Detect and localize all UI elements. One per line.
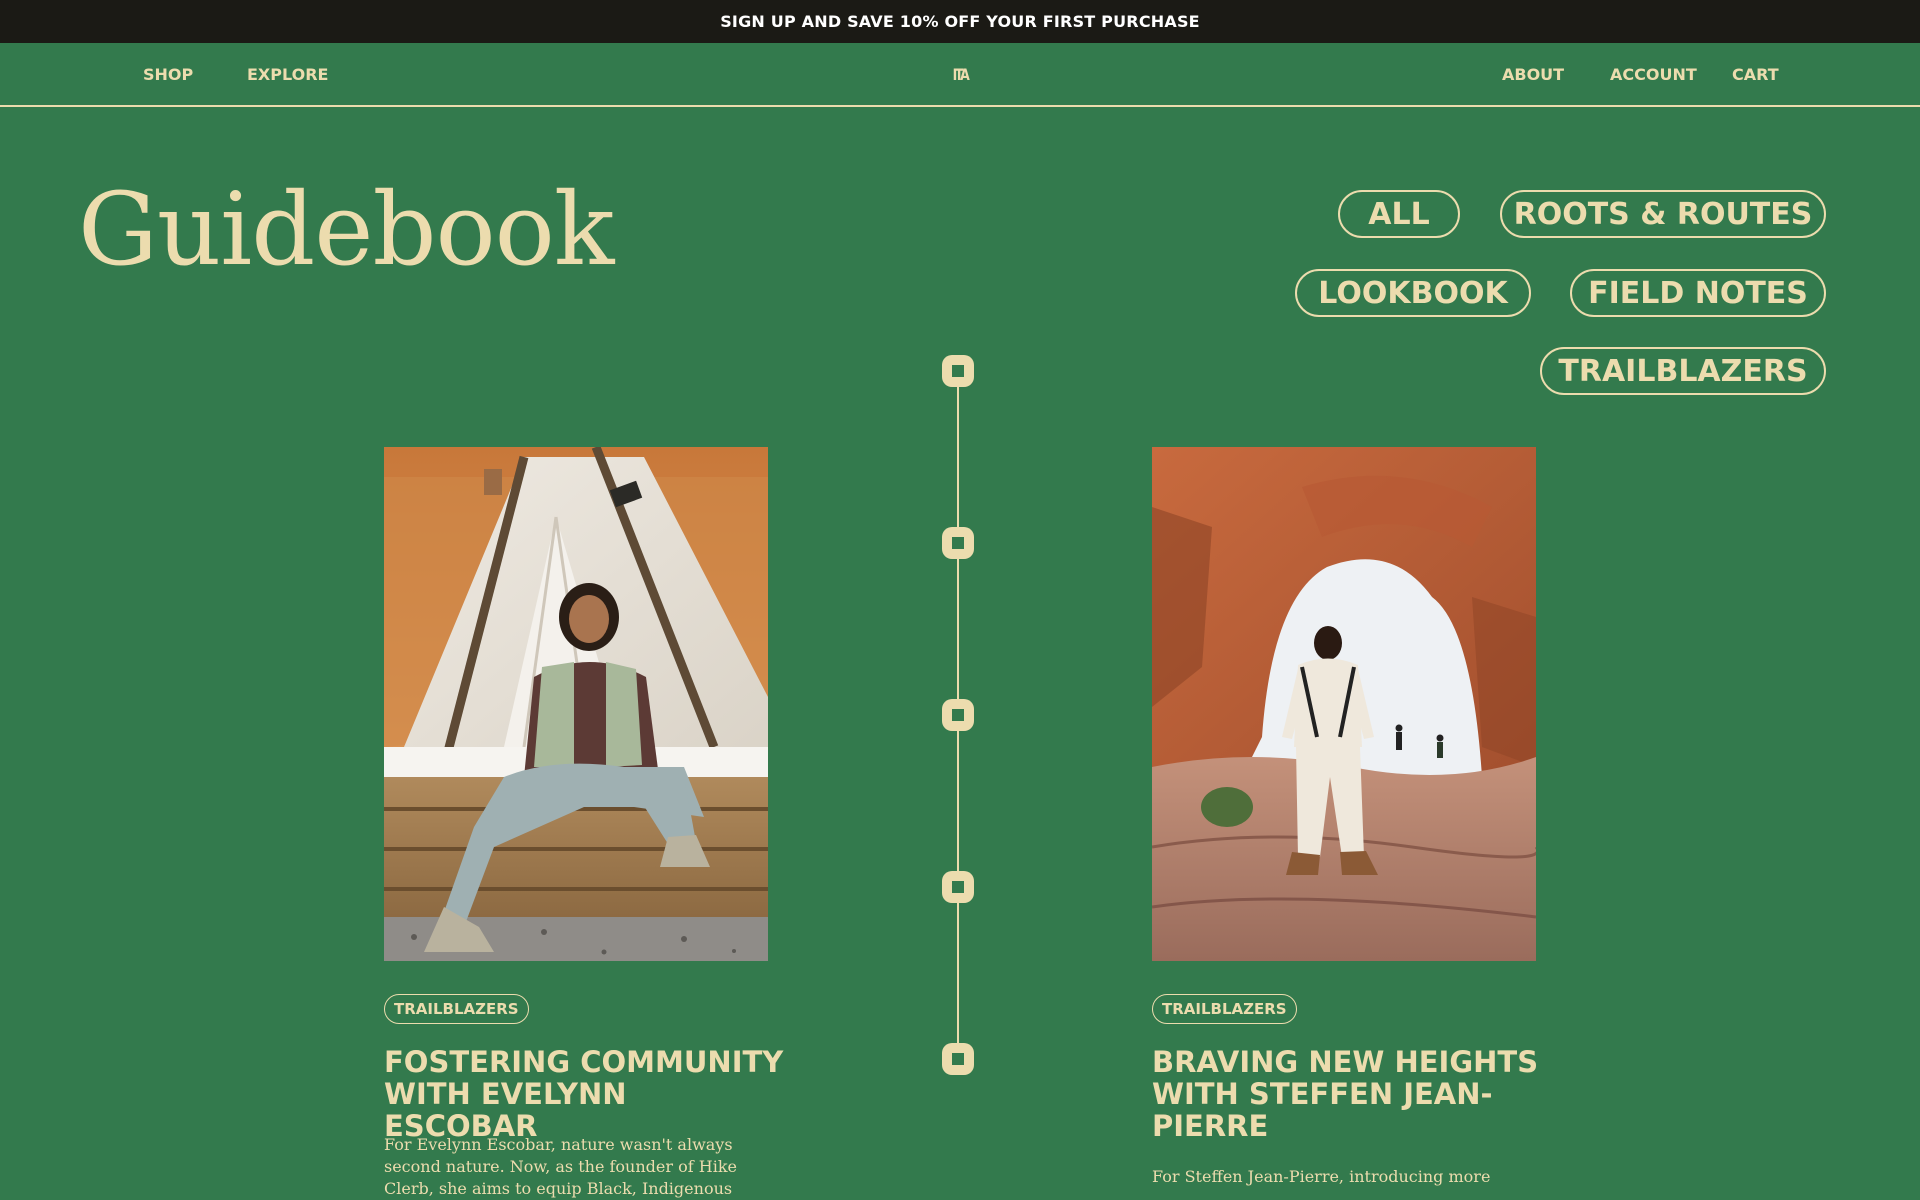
card-tag-trailblazers[interactable]: TRAILBLAZERS [384,994,529,1024]
card-image-evelynn[interactable] [384,447,768,961]
timeline-node-icon [942,527,974,559]
card-title[interactable]: FOSTERING COMMUNITY WITH EVELYNN ESCOBAR [384,1046,784,1142]
timeline-node-icon [942,1043,974,1075]
card-excerpt: For Steffen Jean-Pierre, introducing mor… [1152,1167,1491,1186]
nav-explore[interactable]: EXPLORE [247,43,328,105]
timeline-node-icon [942,871,974,903]
page-title: Guidebook [78,171,614,288]
announcement-text[interactable]: SIGN UP AND SAVE 10% OFF YOUR FIRST PURC… [720,12,1200,31]
nav-cart[interactable]: CART [1732,43,1779,105]
card-image-steffen[interactable] [1152,447,1536,961]
ita-logo[interactable]: ITA [937,43,984,105]
nav-account[interactable]: ACCOUNT [1610,43,1697,105]
filter-all[interactable]: ALL [1338,190,1460,238]
timeline-decoration [940,350,976,1080]
timeline-node-icon [942,699,974,731]
filter-lookbook[interactable]: LOOKBOOK [1295,269,1531,317]
nav-about[interactable]: ABOUT [1502,43,1564,105]
timeline-node-icon [942,355,974,387]
filter-roots-routes[interactable]: ROOTS & ROUTES [1500,190,1826,238]
card-excerpt: For Evelynn Escobar, nature wasn't alway… [384,1135,737,1198]
card-tag-trailblazers[interactable]: TRAILBLAZERS [1152,994,1297,1024]
nav-shop[interactable]: SHOP [143,43,193,105]
announcement-bar[interactable]: SIGN UP AND SAVE 10% OFF YOUR FIRST PURC… [0,0,1920,43]
filter-trailblazers[interactable]: TRAILBLAZERS [1540,347,1826,395]
main-nav: SHOP EXPLORE ITA ABOUT ACCOUNT CART [0,43,1920,107]
card-title[interactable]: BRAVING NEW HEIGHTS WITH STEFFEN JEAN-PI… [1152,1046,1552,1142]
filter-field-notes[interactable]: FIELD NOTES [1570,269,1826,317]
